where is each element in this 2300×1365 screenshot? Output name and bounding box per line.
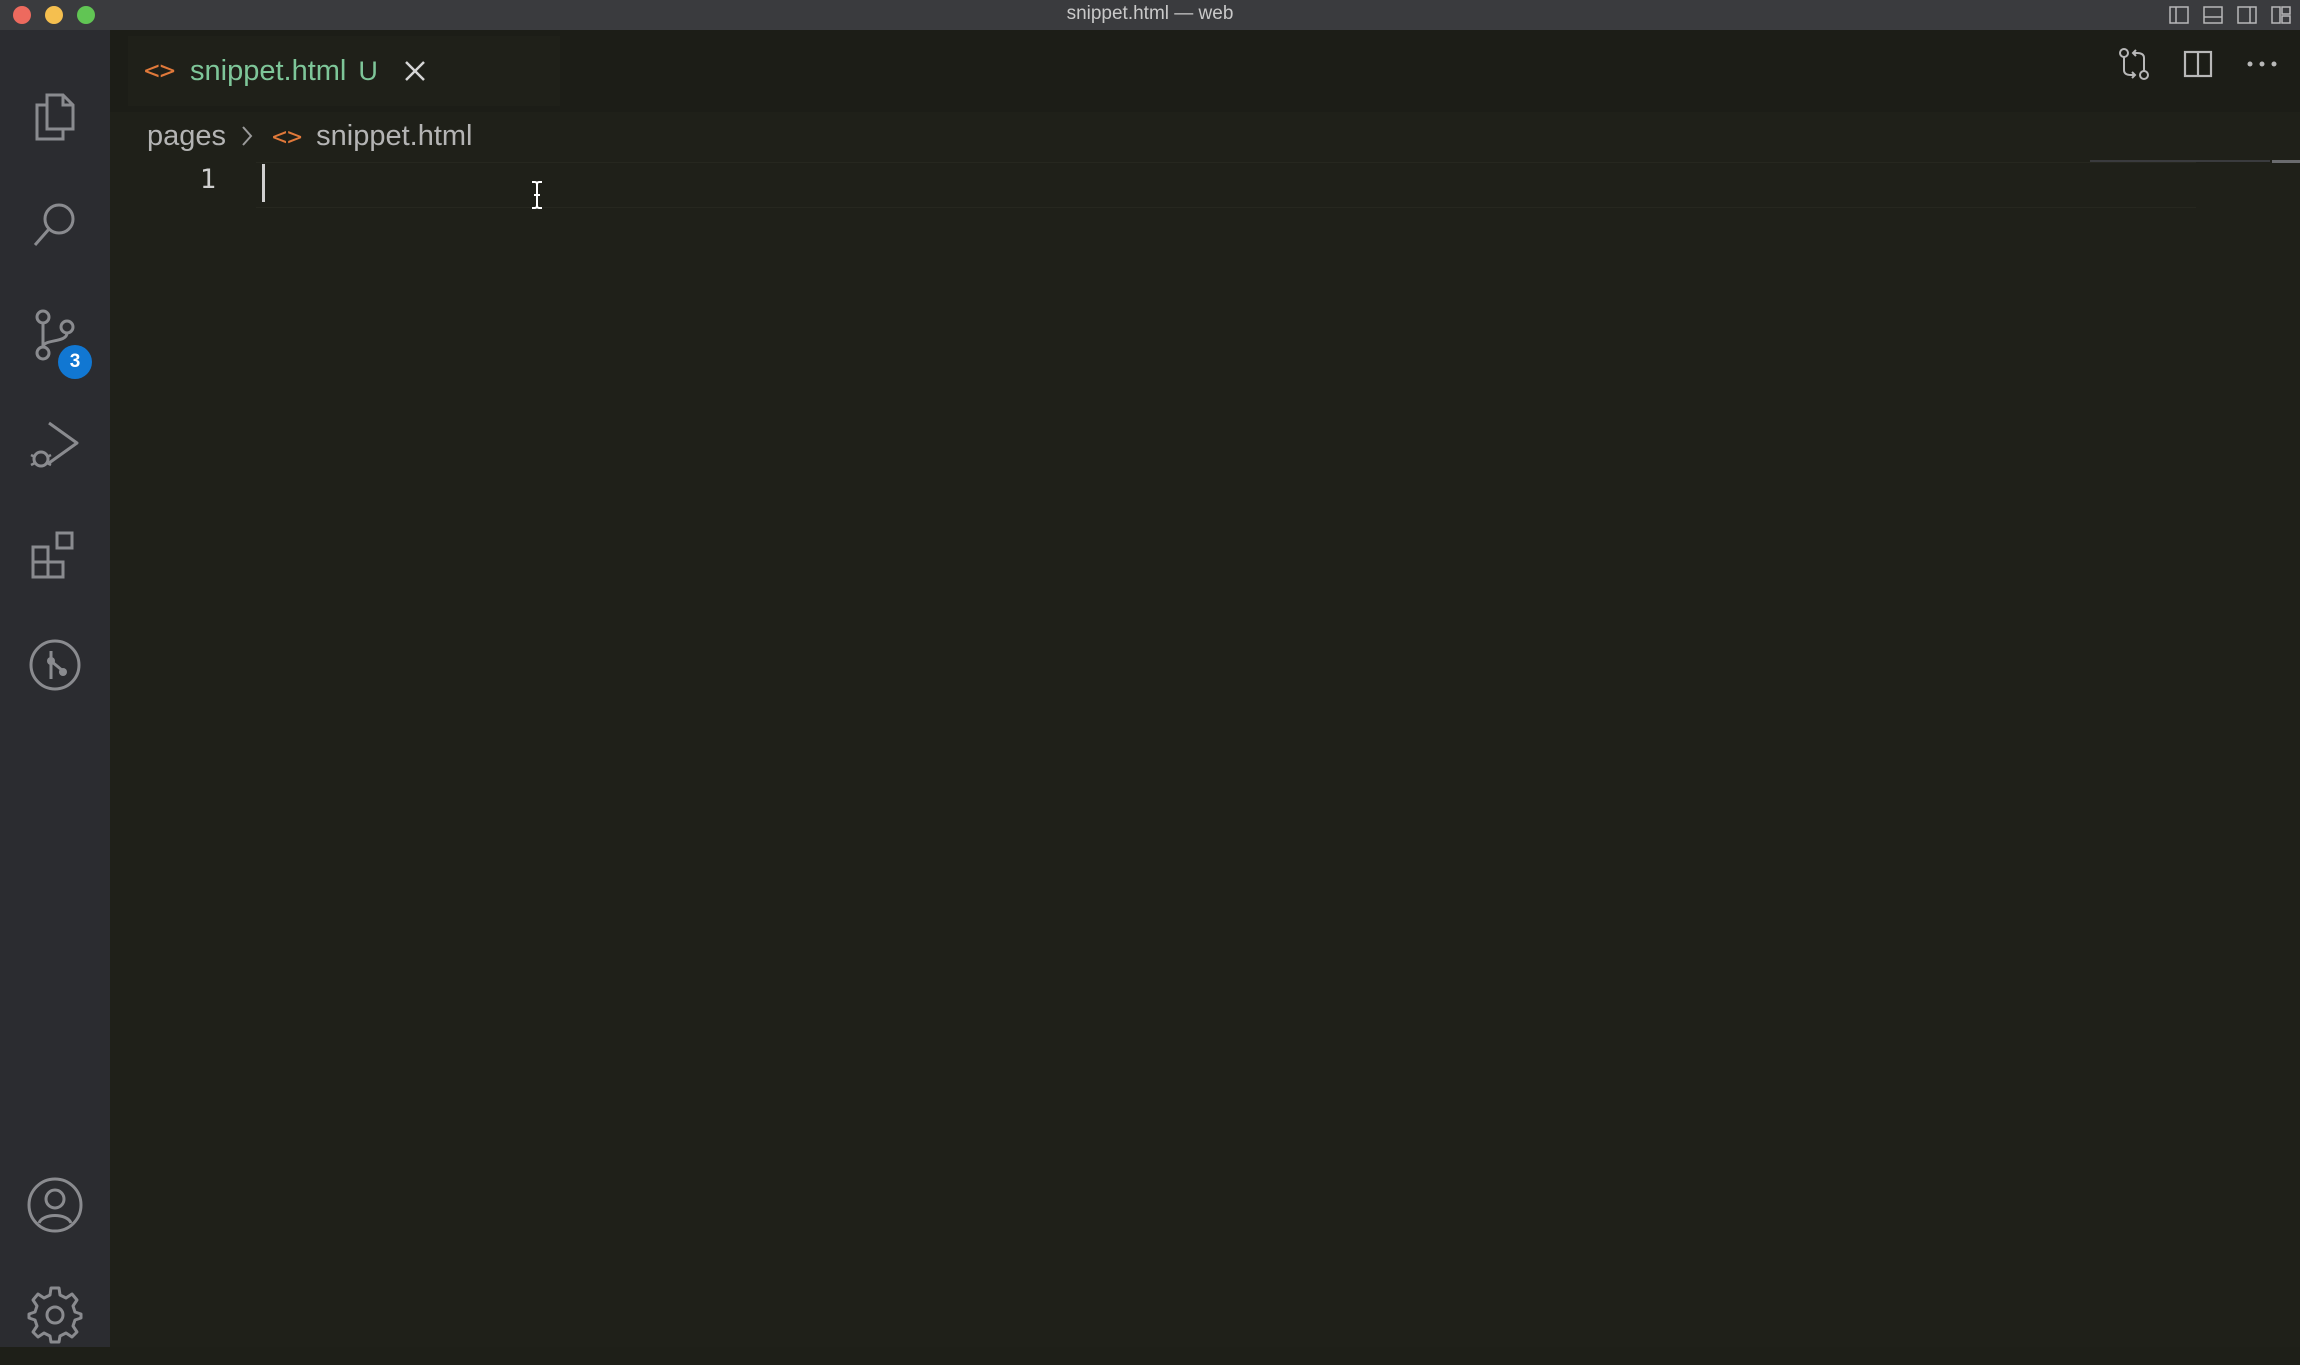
close-icon[interactable]	[398, 54, 432, 88]
activity-source-control[interactable]: 3	[0, 285, 110, 385]
layout-controls	[2168, 2, 2292, 28]
activity-search[interactable]	[0, 175, 110, 275]
html-file-icon: <>	[272, 121, 303, 151]
gear-icon	[27, 1286, 83, 1344]
more-actions-icon[interactable]	[2244, 46, 2280, 82]
html-file-icon: <>	[144, 56, 176, 86]
toggle-primary-sidebar-icon[interactable]	[2168, 5, 2190, 25]
toggle-secondary-sidebar-icon[interactable]	[2236, 5, 2258, 25]
ibeam-cursor-icon	[530, 180, 544, 210]
vscode-window: snippet.html — web 3 <> snippet.html U p…	[0, 0, 2300, 1347]
account-icon	[27, 1177, 83, 1233]
breadcrumb: pages <> snippet.html	[147, 114, 472, 158]
current-line-highlight	[256, 162, 2196, 208]
overview-ruler-marker	[2272, 160, 2300, 163]
untracked-status: U	[358, 55, 378, 86]
customize-layout-icon[interactable]	[2270, 5, 2292, 25]
window-title: snippet.html — web	[1066, 3, 1234, 24]
open-changes-icon[interactable]	[2116, 46, 2152, 82]
toggle-panel-icon[interactable]	[2202, 5, 2224, 25]
tab-label: snippet.html	[190, 54, 347, 87]
run-debug-icon	[30, 421, 79, 468]
breadcrumb-file[interactable]: snippet.html	[316, 120, 472, 153]
breadcrumb-folder[interactable]: pages	[147, 120, 226, 153]
editor-actions	[2116, 46, 2280, 82]
activity-manage[interactable]	[0, 1265, 110, 1365]
activity-explorer[interactable]	[0, 65, 110, 165]
files-icon	[35, 93, 75, 141]
git-graph-icon	[29, 639, 81, 691]
activity-extensions[interactable]	[0, 505, 110, 605]
chevron-right-icon	[240, 121, 258, 151]
search-icon	[33, 203, 75, 246]
activity-run-debug[interactable]	[0, 395, 110, 495]
code-editor[interactable]: 1	[110, 158, 2300, 1347]
split-editor-icon[interactable]	[2180, 46, 2216, 82]
text-cursor	[262, 164, 265, 202]
source-control-badge: 3	[58, 345, 92, 379]
minimap-slider[interactable]	[2090, 160, 2270, 162]
activity-accounts[interactable]	[0, 1155, 110, 1255]
title-bar: snippet.html — web	[0, 0, 2300, 30]
tab-snippet-html[interactable]: <> snippet.html U	[128, 36, 560, 106]
editor-tab-bar: <> snippet.html U	[110, 30, 2300, 112]
activity-git-graph[interactable]	[0, 615, 110, 715]
extensions-icon	[31, 531, 74, 579]
activity-bar: 3	[0, 30, 110, 1347]
line-number: 1	[199, 164, 216, 195]
